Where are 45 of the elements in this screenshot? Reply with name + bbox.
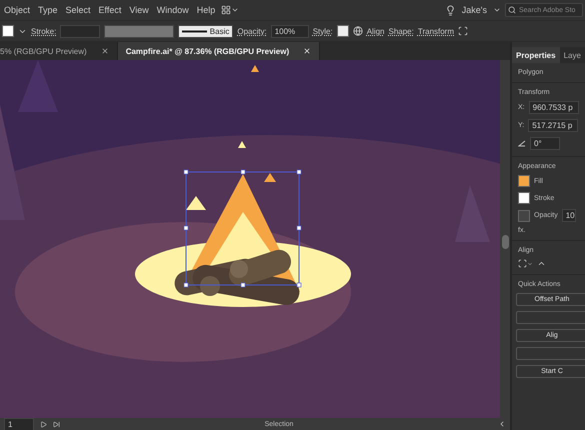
style-swatch[interactable] <box>336 25 349 37</box>
page-field[interactable]: 1 <box>4 418 34 430</box>
chevron-down-icon[interactable] <box>493 6 501 14</box>
style-label: Style: <box>312 26 333 36</box>
panel-tab[interactable]: Laye <box>560 47 585 63</box>
stroke-line-icon <box>182 30 207 32</box>
opacity-label: Opacity: <box>237 26 267 36</box>
skip-forward-icon[interactable] <box>53 420 60 428</box>
opacity-icon <box>518 210 530 222</box>
account-dropdown[interactable]: Jake's <box>460 5 489 15</box>
align-to-icon[interactable] <box>518 259 533 268</box>
search-icon <box>508 6 516 14</box>
menu-item[interactable]: Effect <box>96 5 124 15</box>
stroke-swatch[interactable] <box>518 192 530 204</box>
stroke-swatch[interactable] <box>2 25 14 37</box>
globe-icon[interactable] <box>352 26 363 36</box>
opacity-field[interactable]: 100% <box>270 24 309 38</box>
play-icon[interactable] <box>40 420 47 428</box>
workspace-switcher-icon[interactable] <box>221 5 240 15</box>
menu-item[interactable]: Type <box>36 5 60 15</box>
menu-item[interactable]: Select <box>64 5 93 15</box>
menu-item[interactable]: Object <box>2 5 32 15</box>
opacity-field[interactable]: 10 <box>562 209 576 222</box>
angle-icon <box>518 140 526 147</box>
shape-link[interactable]: Shape: <box>388 26 414 36</box>
stroke-weight-field[interactable] <box>60 24 100 38</box>
document-tab[interactable]: Campfire.ai* @ 87.36% (RGB/GPU Preview) <box>118 42 320 60</box>
menu-item[interactable]: View <box>127 5 151 15</box>
menu-item[interactable]: Window <box>154 5 191 15</box>
y-field[interactable]: 517.2715 p <box>528 119 578 132</box>
fill-swatch[interactable] <box>518 175 530 187</box>
stroke-label: Stroke: <box>31 26 56 36</box>
menu-item[interactable]: Help <box>194 5 218 15</box>
x-field[interactable]: 960.7533 p <box>528 101 579 114</box>
align-link[interactable]: Align <box>366 26 384 36</box>
panel-tab[interactable]: Properties <box>512 47 560 63</box>
scrollbar-thumb[interactable] <box>502 235 508 249</box>
document-tab[interactable]: 5% (RGB/GPU Preview) <box>0 42 118 60</box>
angle-field[interactable]: 0° <box>530 137 560 150</box>
transform-link[interactable]: Transform <box>418 26 454 36</box>
close-icon[interactable] <box>303 47 312 55</box>
stroke-profile-dropdown[interactable]: Basic <box>178 24 234 38</box>
close-icon[interactable] <box>100 47 109 55</box>
lightbulb-icon[interactable] <box>444 4 456 16</box>
variable-width-field[interactable] <box>104 24 174 38</box>
